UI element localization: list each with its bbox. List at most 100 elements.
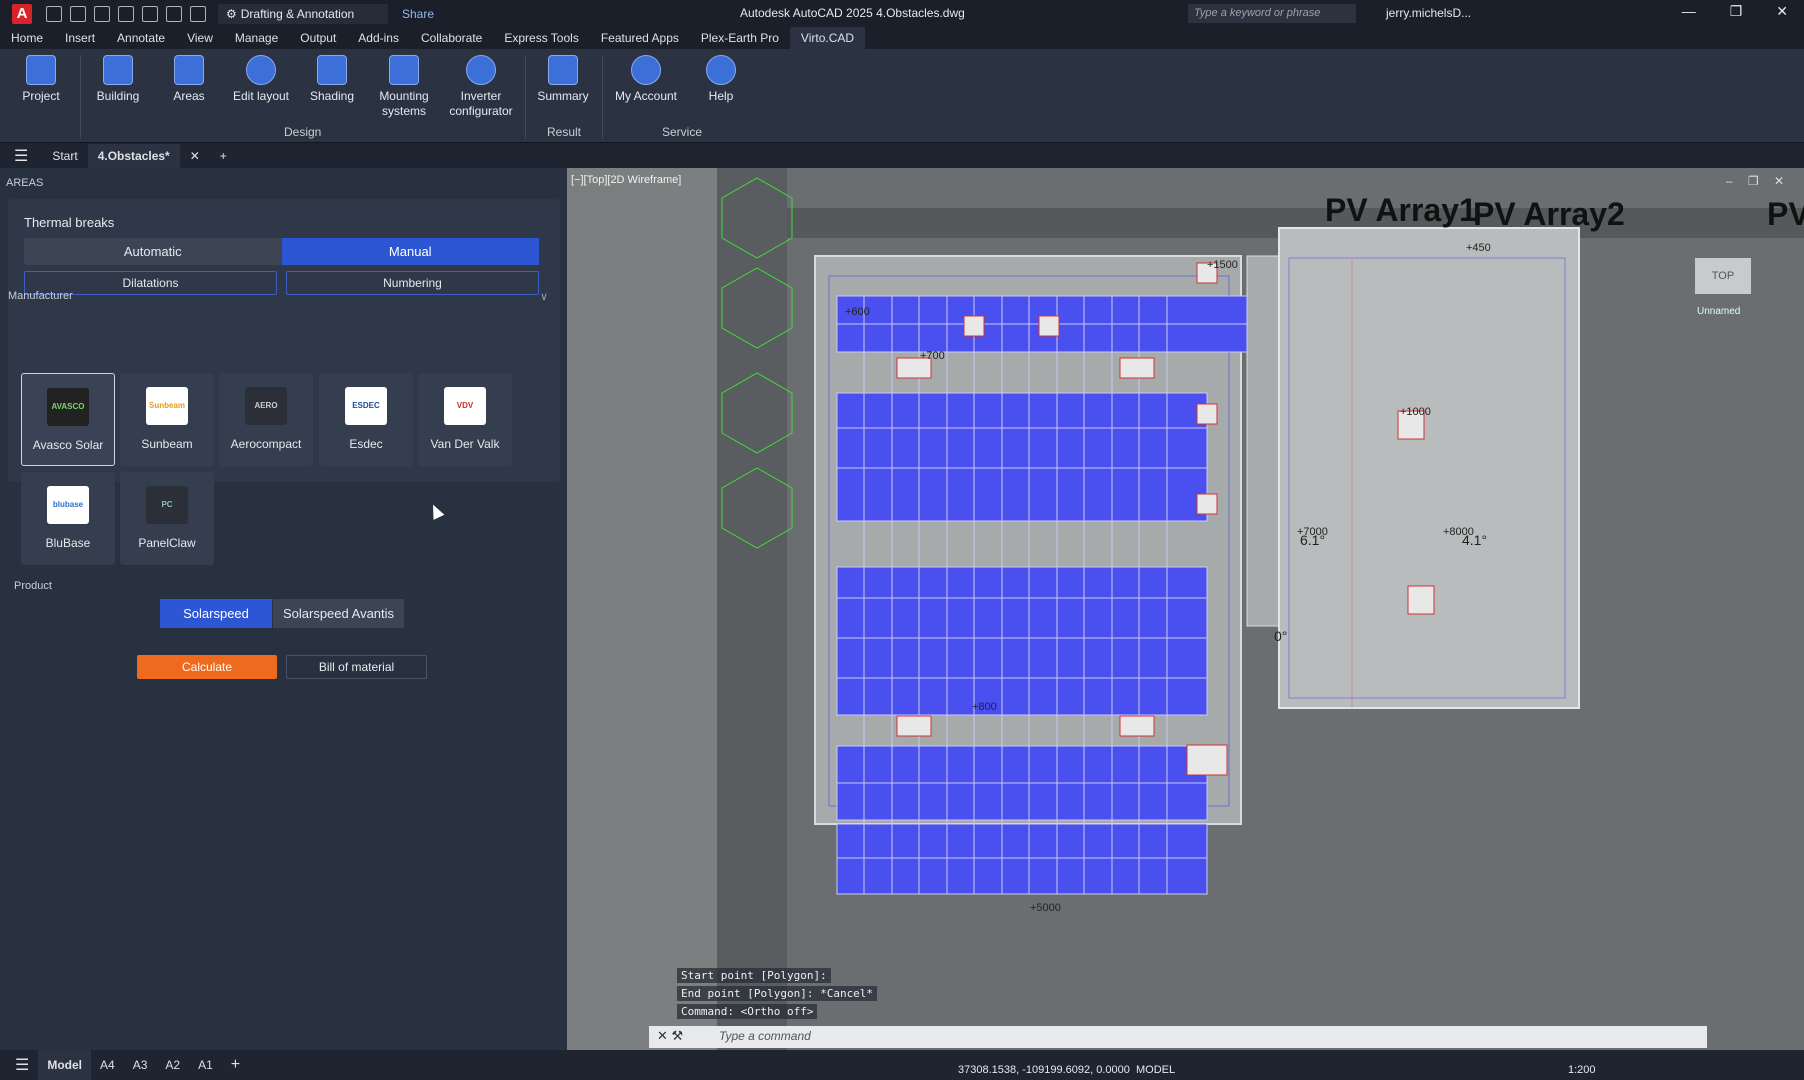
command-history: Start point [Polygon]: End point [Polygo… <box>677 968 878 1022</box>
tab-view[interactable]: View <box>176 27 224 49</box>
mounting-systems-button[interactable]: Mounting systems <box>366 55 442 119</box>
manufacturer-aerocompact[interactable]: AERO Aerocompact <box>219 373 313 466</box>
manufacturer-esdec[interactable]: ESDEC Esdec <box>319 373 413 466</box>
calculate-button[interactable]: Calculate <box>137 655 277 679</box>
manufacturer-panelclaw[interactable]: PC PanelClaw <box>120 472 214 565</box>
bill-of-material-button[interactable]: Bill of material <box>286 655 427 679</box>
tab-a4[interactable]: A4 <box>91 1058 124 1072</box>
ribbon-panel: Project Building Areas Edit layout Shadi… <box>0 49 1804 143</box>
ucs-name[interactable]: Unnamed <box>1697 306 1740 317</box>
tab-collaborate[interactable]: Collaborate <box>410 27 493 49</box>
share-button[interactable]: Share <box>402 7 434 21</box>
product-solarspeed-avantis[interactable]: Solarspeed Avantis <box>273 599 404 628</box>
product-label: Product <box>14 580 52 592</box>
group-service: Service <box>662 125 703 139</box>
viewcube-top[interactable]: TOP <box>1695 258 1751 294</box>
tab-add-ins[interactable]: Add-ins <box>347 27 410 49</box>
automatic-button[interactable]: Automatic <box>24 238 282 265</box>
tab-featured-apps[interactable]: Featured Apps <box>590 27 690 49</box>
command-input[interactable]: ✕ ⚒ Type a command <box>649 1026 1707 1048</box>
shading-button[interactable]: Shading <box>295 55 369 104</box>
tab-a2[interactable]: A2 <box>156 1058 189 1072</box>
undo-icon[interactable] <box>166 5 182 22</box>
blubase-logo: blubase <box>47 486 89 524</box>
annotation-scale[interactable]: 1:200 <box>1568 1064 1596 1076</box>
tab-a1[interactable]: A1 <box>189 1058 222 1072</box>
thermal-mode-toggle: Automatic Manual <box>24 238 539 265</box>
new-tab-button[interactable]: + <box>210 144 237 168</box>
close-icon[interactable]: ✕ <box>1776 3 1788 20</box>
autocad-logo[interactable]: A <box>12 3 32 24</box>
save-icon[interactable] <box>94 5 110 22</box>
drawing-viewport[interactable]: [−][Top][2D Wireframe] – ❐ ✕ PV Array1 P… <box>567 168 1804 1050</box>
tab-active-drawing[interactable]: 4.Obstacles* <box>87 143 180 168</box>
tab-plex-earth[interactable]: Plex-Earth Pro <box>690 27 790 49</box>
elevation-label: +1500 <box>1207 259 1238 271</box>
menu-icon[interactable]: ☰ <box>6 1055 38 1075</box>
building-button[interactable]: Building <box>81 55 155 104</box>
tab-home[interactable]: Home <box>0 27 54 49</box>
edit-layout-button[interactable]: Edit layout <box>224 55 298 104</box>
manufacturer-van-der-valk[interactable]: VDV Van Der Valk <box>418 373 512 466</box>
tab-start[interactable]: Start <box>42 144 87 168</box>
summary-button[interactable]: Summary <box>526 55 600 104</box>
tab-express-tools[interactable]: Express Tools <box>493 27 589 49</box>
quick-access-toolbar <box>46 5 206 22</box>
manual-button[interactable]: Manual <box>281 238 539 265</box>
restore-icon[interactable]: ❐ <box>1730 3 1743 20</box>
manufacturer-sunbeam[interactable]: Sunbeam Sunbeam <box>120 373 214 466</box>
new-icon[interactable] <box>46 5 62 22</box>
pv-array-1-label: PV Array1 <box>1325 192 1477 228</box>
user-account[interactable]: jerry.michelsD... <box>1386 6 1471 20</box>
menu-icon[interactable]: ☰ <box>14 146 28 166</box>
tab-manage[interactable]: Manage <box>224 27 289 49</box>
project-button[interactable]: Project <box>4 55 78 104</box>
elevation-label: +8000 <box>1443 526 1474 538</box>
areas-panel: AREAS Thermal breaks Automatic Manual Di… <box>0 168 567 1050</box>
mounting-systems-icon <box>389 55 419 85</box>
close-tab-icon[interactable]: ✕ <box>180 144 210 168</box>
help-button[interactable]: Help <box>684 55 758 104</box>
areas-button[interactable]: Areas <box>152 55 226 104</box>
tab-a3[interactable]: A3 <box>124 1058 157 1072</box>
viewport-controls[interactable]: – ❐ ✕ <box>1726 174 1790 188</box>
panelclaw-logo: PC <box>146 486 188 524</box>
product-solarspeed[interactable]: Solarspeed <box>160 599 272 628</box>
window-controls: — ❐ ✕ <box>1682 3 1788 20</box>
document-tabs: ☰ Start 4.Obstacles* ✕ + <box>0 143 1804 168</box>
account-icon <box>631 55 661 85</box>
tab-virto-cad[interactable]: Virto.CAD <box>789 27 866 49</box>
close-icon[interactable]: ✕ ⚒ <box>657 1028 683 1044</box>
tab-annotate[interactable]: Annotate <box>106 27 176 49</box>
save-as-icon[interactable] <box>118 5 134 22</box>
tab-output[interactable]: Output <box>289 27 347 49</box>
thermal-breaks-label: Thermal breaks <box>24 215 115 230</box>
tab-model[interactable]: Model <box>38 1050 92 1080</box>
tab-insert[interactable]: Insert <box>54 27 106 49</box>
minimize-icon[interactable]: — <box>1682 3 1696 20</box>
model-space-toggle[interactable]: MODEL <box>1136 1064 1175 1076</box>
my-account-button[interactable]: My Account <box>608 55 684 104</box>
manufacturer-header[interactable]: Manufacturer ∨ <box>8 290 552 303</box>
plot-icon[interactable] <box>142 5 158 22</box>
elevation-label: +7000 <box>1297 526 1328 538</box>
inverter-configurator-button[interactable]: Inverter configurator <box>443 55 519 119</box>
avasco-logo: AVASCO <box>47 388 89 426</box>
sunbeam-logo: Sunbeam <box>146 387 188 425</box>
esdec-logo: ESDEC <box>345 387 387 425</box>
open-icon[interactable] <box>70 5 86 22</box>
group-design: Design <box>284 125 322 139</box>
elevation-label: +5000 <box>1030 902 1061 914</box>
edit-layout-icon <box>246 55 276 85</box>
redo-icon[interactable] <box>190 5 206 22</box>
viewport-label[interactable]: [−][Top][2D Wireframe] <box>571 174 681 186</box>
manufacturer-blubase[interactable]: blubase BluBase <box>21 472 115 565</box>
search-input[interactable]: Type a keyword or phrase <box>1188 4 1356 23</box>
van-der-valk-logo: VDV <box>444 387 486 425</box>
manufacturer-avasco-solar[interactable]: AVASCO Avasco Solar <box>21 373 115 466</box>
add-layout-button[interactable]: + <box>222 1056 249 1074</box>
elevation-label: +450 <box>1466 242 1491 254</box>
workspace-selector[interactable]: ⚙ Drafting & Annotation <box>218 3 388 24</box>
elevation-label: +800 <box>972 701 997 713</box>
elevation-label: +1000 <box>1400 406 1431 418</box>
